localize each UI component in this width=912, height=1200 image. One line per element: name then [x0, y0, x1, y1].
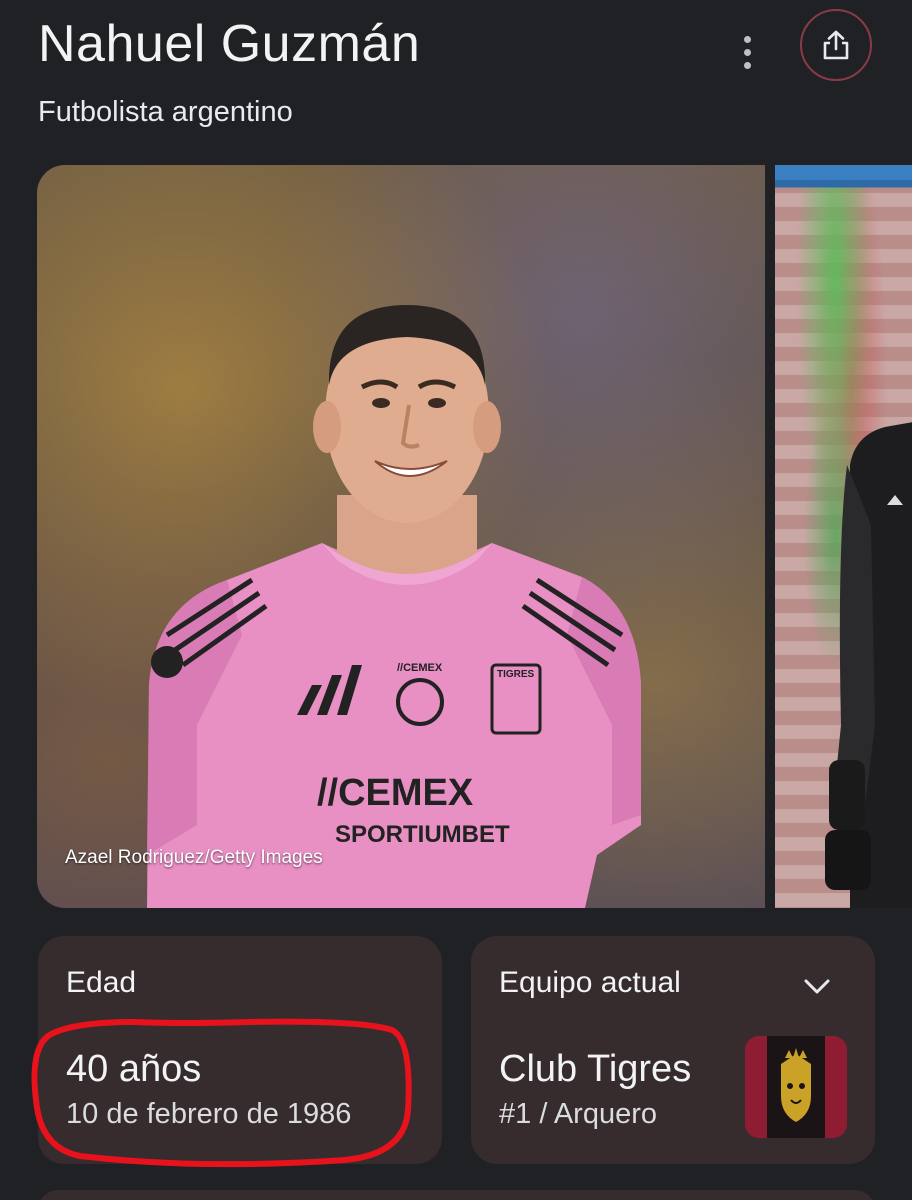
photo-credit: Azael Rodriguez/Getty Images	[65, 847, 323, 868]
birth-date: 10 de febrero de 1986	[66, 1098, 352, 1130]
team-name: Club Tigres	[499, 1048, 692, 1090]
more-vert-icon-dot	[743, 48, 751, 56]
more-vert-icon-dot	[743, 61, 751, 69]
svg-text:TIGRES: TIGRES	[497, 669, 535, 680]
page-title: Nahuel Guzmán	[38, 15, 421, 73]
page-subtitle: Futbolista argentino	[38, 96, 293, 128]
svg-text://CEMEX: //CEMEX	[397, 662, 443, 674]
player-photo[interactable]: //CEMEX SPORTIUMBET //CEMEX TIGRES Azael…	[37, 165, 765, 908]
age-label: Edad	[66, 966, 137, 999]
team-logo[interactable]	[745, 1036, 847, 1138]
knowledge-panel: Nahuel Guzmán Futbolista argentino //CEM…	[0, 0, 912, 1200]
player-photo-illustration: //CEMEX SPORTIUMBET //CEMEX TIGRES	[147, 305, 641, 908]
age-value: 40 años	[66, 1048, 202, 1090]
team-label: Equipo actual	[499, 966, 681, 999]
age-card[interactable]: Edad 40 años 10 de febrero de 1986	[38, 936, 442, 1164]
team-position: #1 / Arquero	[499, 1098, 657, 1130]
more-vert-icon	[743, 35, 751, 43]
next-photo-illustration	[825, 422, 912, 908]
next-player-photo[interactable]	[775, 165, 912, 908]
svg-text://CEMEX: //CEMEX	[317, 772, 474, 814]
svg-text:SPORTIUMBET: SPORTIUMBET	[335, 821, 510, 848]
share-icon	[823, 30, 849, 60]
more-options-button[interactable]	[728, 28, 766, 76]
next-info-card[interactable]	[38, 1190, 875, 1200]
current-team-card[interactable]: Equipo actual Club Tigres #1 / Arquero	[471, 936, 875, 1164]
share-button[interactable]	[800, 9, 872, 81]
image-carousel[interactable]: //CEMEX SPORTIUMBET //CEMEX TIGRES Azael…	[0, 165, 912, 908]
tigres-crest-icon	[745, 1036, 847, 1138]
chevron-down-icon[interactable]	[797, 966, 837, 1006]
